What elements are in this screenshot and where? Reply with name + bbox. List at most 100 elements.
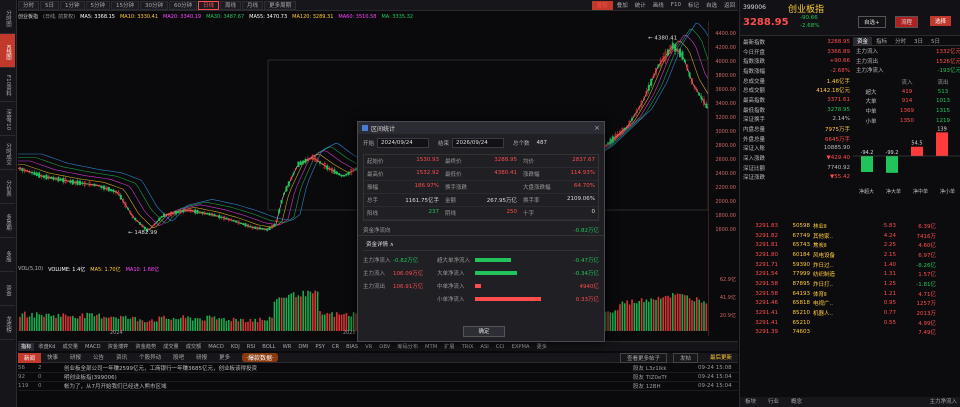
- indicator-tab-21[interactable]: 扩展: [441, 343, 457, 351]
- indicator-tab-22[interactable]: TRIX: [459, 343, 477, 351]
- flow-bar-1: [886, 155, 898, 173]
- period-tab-7[interactable]: 日线: [198, 0, 220, 10]
- period-tab-0[interactable]: 分时: [18, 0, 40, 10]
- period-tab-4[interactable]: 15分钟: [111, 0, 140, 10]
- flow-tab-4[interactable]: 5日: [927, 37, 944, 45]
- indicator-tab-5[interactable]: 资金趋势: [132, 343, 159, 351]
- news-row-0[interactable]: 56 2 创业板全部公司一年赚2599亿元，工商银行一年赚3685亿元，创业板该得投…: [18, 364, 738, 373]
- indicator-tab-20[interactable]: MTM: [422, 343, 440, 351]
- sidebar-item-6[interactable]: 多周期: [0, 204, 15, 238]
- close-icon[interactable]: ×: [594, 124, 600, 132]
- indicator-tab-11[interactable]: BOLL: [259, 343, 278, 351]
- plate-tab-1[interactable]: 行业: [763, 397, 784, 407]
- news-tab-3[interactable]: 公告: [87, 353, 110, 363]
- indicator-tab-8[interactable]: MACD: [205, 343, 227, 351]
- period-tab-9[interactable]: 月线: [242, 0, 264, 10]
- news-title[interactable]: 明创业板指(399006): [64, 373, 633, 381]
- news-tab-5[interactable]: 个股异动: [133, 353, 167, 363]
- indicator-tab-7[interactable]: 成交额: [183, 343, 205, 351]
- indicator-tab-12[interactable]: WR: [280, 343, 295, 351]
- toolbar-btn-7[interactable]: 返回: [721, 1, 738, 9]
- news-tab-0[interactable]: 新闻: [18, 352, 42, 363]
- plate-tab-0[interactable]: 板块: [740, 397, 761, 407]
- flow-tab-2[interactable]: 分时: [891, 37, 910, 45]
- period-tab-1[interactable]: 5日: [40, 0, 60, 10]
- indicator-tab-2[interactable]: 成交量: [59, 343, 81, 351]
- plate-tab-2[interactable]: 概念: [786, 397, 807, 407]
- indicator-tab-23[interactable]: ASI: [477, 343, 491, 351]
- flow-tab-3[interactable]: 3日: [910, 37, 927, 45]
- start-date-input[interactable]: 2024/09/24: [377, 138, 430, 148]
- sidebar-item-8[interactable]: 资金: [0, 272, 15, 306]
- news-read-count: 119: [18, 383, 29, 389]
- indicator-tab-19[interactable]: 筹码分布: [394, 343, 421, 351]
- period-tab-5[interactable]: 30分钟: [140, 0, 169, 10]
- news-tab-1[interactable]: 快事: [41, 353, 64, 363]
- indicator-tab-16[interactable]: BIAS: [343, 343, 361, 351]
- toolbar-btn-4[interactable]: F10: [668, 2, 684, 8]
- news-alert[interactable]: ·爆款数据·: [242, 353, 278, 362]
- toolbar-btn-2[interactable]: 统计: [632, 1, 649, 9]
- news-tab-8[interactable]: 更多: [213, 353, 236, 363]
- indicator-tab-17[interactable]: VR: [362, 343, 375, 351]
- sidebar-item-3[interactable]: 深度F10: [0, 102, 15, 136]
- post-button[interactable]: 发帖: [672, 352, 698, 363]
- end-date-input[interactable]: 2026/09/24: [452, 138, 505, 148]
- candle-body: [134, 218, 137, 221]
- period-tab-3[interactable]: 5分钟: [85, 0, 111, 10]
- volume-bar: [288, 294, 290, 331]
- indicator-tab-18[interactable]: OBV: [376, 343, 393, 351]
- sidebar-item-2[interactable]: F10资料: [0, 68, 15, 102]
- sidebar-item-9[interactable]: 龙虎榜: [0, 306, 15, 340]
- sidebar-item-7[interactable]: 多股: [0, 238, 15, 272]
- indicator-tab-0[interactable]: 指标: [18, 342, 35, 351]
- toolbar-btn-5[interactable]: 标记: [685, 1, 702, 9]
- dialog-header[interactable]: 区间统计 ×: [358, 122, 604, 134]
- news-row-1[interactable]: 92 0 明创业板指(399006) 股友 TIZ0eTf 09-24 15:04: [18, 373, 738, 382]
- period-tab-2[interactable]: 1分钟: [60, 0, 85, 10]
- news-tab-2[interactable]: 研报: [64, 353, 87, 363]
- toolbar-btn-0[interactable]: 复权: [591, 0, 613, 10]
- range-stats-dialog: 区间统计 × 开始 2024/09/24 结束 2026/09/24 总个数 4…: [357, 121, 605, 342]
- select-button[interactable]: 选择: [930, 16, 952, 26]
- toolbar-btn-1[interactable]: 叠加: [614, 1, 631, 9]
- last-update-button[interactable]: 最后更新: [704, 353, 738, 363]
- period-tab-6[interactable]: 60分钟: [169, 0, 198, 10]
- flow-tab-0[interactable]: 资金: [853, 37, 873, 45]
- news-row-2[interactable]: 119 0 帐为了，从7月开始我们已经进入熊市区域 股友 12BH 09-24 15:0…: [18, 382, 738, 391]
- sidebar-item-4[interactable]: 分时成交: [0, 136, 15, 170]
- indicator-tab-3[interactable]: MACD: [82, 343, 104, 351]
- indicator-tab-14[interactable]: PSY: [312, 343, 328, 351]
- news-tab-6[interactable]: 股吧: [167, 353, 190, 363]
- stats-key: 大盘涨跌幅: [523, 185, 551, 191]
- sidebar-item-1[interactable]: K线图: [0, 34, 15, 68]
- indicator-tab-1[interactable]: 收盘Kd: [35, 343, 58, 351]
- sidebar-item-5[interactable]: 分价表: [0, 170, 15, 204]
- ma-label-6: MA60: 3510.58: [338, 13, 377, 20]
- detail-title[interactable]: 资金详情 ∧: [363, 238, 599, 251]
- indicator-tab-13[interactable]: DMI: [295, 343, 311, 351]
- indicator-tab-4[interactable]: 资金博弈: [105, 343, 132, 351]
- period-tab-8[interactable]: 周线: [220, 0, 242, 10]
- indicator-tab-25[interactable]: EXPMA: [509, 343, 533, 351]
- flow-tab-1[interactable]: 指标: [872, 37, 891, 45]
- toolbar-btn-6[interactable]: 自选: [703, 1, 720, 9]
- news-title[interactable]: 创业板全部公司一年赚2599亿元，工商银行一年赚3685亿元，创业板该得投资: [64, 364, 633, 372]
- indicator-tab-26[interactable]: 更多: [534, 343, 550, 351]
- indicator-tab-24[interactable]: CCI: [493, 343, 508, 351]
- period-tab-10[interactable]: 更多周期: [264, 0, 297, 10]
- sidebar-item-0[interactable]: 分时图: [0, 0, 15, 34]
- candle-body: [657, 64, 660, 68]
- indicator-tab-9[interactable]: KDJ: [228, 343, 243, 351]
- indicator-tab-10[interactable]: RSI: [244, 343, 258, 351]
- indicator-tab-6[interactable]: 成交量: [160, 343, 182, 351]
- news-tab-4[interactable]: 资讯: [110, 353, 133, 363]
- add-watchlist-button[interactable]: 自选+: [858, 16, 886, 28]
- news-title[interactable]: 帐为了，从7月开始我们已经进入熊市区域: [64, 382, 633, 390]
- more-posts-button[interactable]: 查看更多帖子: [619, 352, 667, 363]
- flow-button[interactable]: 流程: [895, 16, 919, 28]
- news-tab-7[interactable]: 研报: [190, 353, 213, 363]
- toolbar-btn-3[interactable]: 画线: [650, 1, 667, 9]
- indicator-tab-15[interactable]: CR: [329, 343, 342, 351]
- ok-button[interactable]: 确定: [463, 326, 505, 337]
